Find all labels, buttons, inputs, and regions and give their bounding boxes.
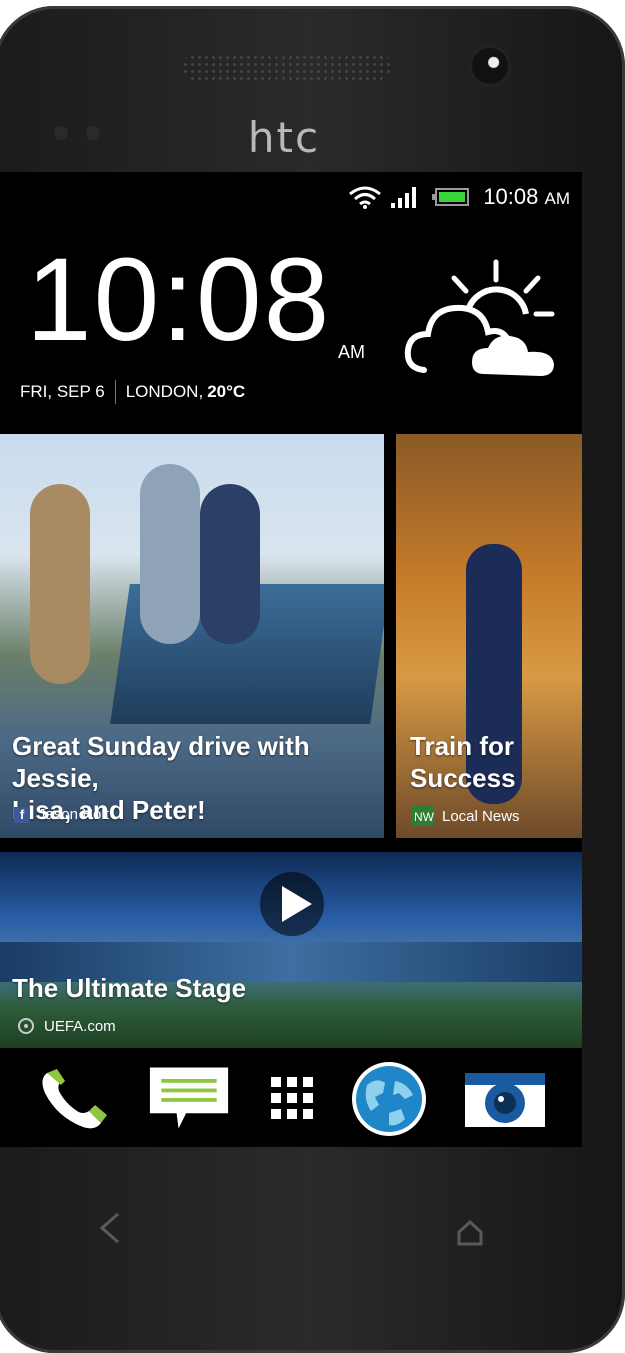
earpiece-speaker (182, 54, 392, 80)
brand-logo: htc (247, 113, 321, 162)
messages-icon (149, 1067, 229, 1129)
battery-icon (432, 188, 469, 206)
camera-app-button[interactable] (464, 1064, 546, 1134)
news-icon: NW (412, 806, 434, 826)
screen: 10:08 AM 10:08 AM FRI, SEP 6 LONDON, 20°… (0, 172, 582, 1147)
browser-icon (352, 1062, 426, 1136)
feed-title: The Ultimate Stage (12, 973, 247, 1003)
clock-location: LONDON, (125, 382, 204, 401)
camera-icon (465, 1073, 545, 1127)
weather-cloud-sun-icon[interactable] (402, 254, 562, 384)
feed-source: UEFA.com (44, 1017, 116, 1035)
feed-card-uefa[interactable]: The Ultimate Stage UEFA.com (0, 852, 582, 1048)
facebook-icon: f (14, 806, 30, 823)
feed-title-line2: Success (410, 763, 516, 793)
divider (114, 380, 116, 404)
front-camera (472, 48, 508, 84)
date-location-row: FRI, SEP 6 LONDON, 20°C (20, 380, 245, 404)
feed-card-train[interactable]: Train for Success NW Local News (396, 434, 582, 838)
uefa-icon (18, 1018, 34, 1034)
svg-text:NW: NW (414, 810, 434, 824)
home-icon (457, 1219, 483, 1246)
feed-title-line1: Train for (410, 731, 515, 761)
phone-icon (42, 1069, 107, 1129)
status-ampm: AM (544, 189, 571, 208)
status-time: 10:08 (483, 184, 539, 209)
clock-time[interactable]: 10:08 (26, 240, 331, 360)
messages-app-button[interactable] (148, 1064, 230, 1134)
apps-icon (271, 1077, 313, 1119)
phone-app-button[interactable] (32, 1064, 114, 1134)
status-bar: 10:08 AM (0, 172, 582, 220)
home-button[interactable] (455, 1218, 485, 1256)
light-sensor (86, 126, 100, 140)
signal-icon (391, 187, 416, 208)
browser-app-button[interactable] (348, 1062, 430, 1136)
wifi-icon (349, 186, 381, 209)
back-icon (99, 1212, 119, 1244)
feed-source: Jason Holt (38, 806, 109, 823)
feed-title-line1: Great Sunday drive with Jessie, (12, 731, 310, 793)
feed-source: Local News (442, 807, 520, 825)
person-shape (200, 484, 260, 644)
back-button[interactable] (96, 1210, 124, 1254)
play-icon[interactable] (258, 870, 326, 938)
person-shape (140, 464, 200, 644)
clock-date: FRI, SEP 6 (20, 382, 105, 401)
clock-ampm: AM (338, 342, 365, 362)
app-dock (0, 1050, 582, 1147)
feed-card-drive[interactable]: Great Sunday drive with Jessie, Lisa, an… (0, 434, 384, 838)
app-drawer-button[interactable] (252, 1064, 334, 1134)
clock-temperature: 20°C (207, 382, 246, 401)
person-shape (30, 484, 90, 684)
proximity-sensor (54, 126, 68, 140)
